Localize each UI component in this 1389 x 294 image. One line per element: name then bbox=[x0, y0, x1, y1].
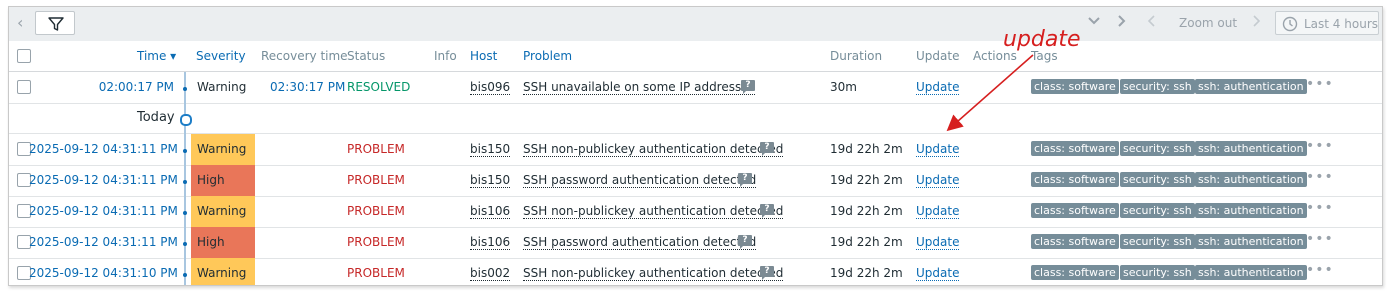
problems-widget: ‹ Zoom out Last 4 hours Time ▾ Severity … bbox=[8, 6, 1383, 286]
annotation-arrow-icon bbox=[946, 54, 1034, 132]
